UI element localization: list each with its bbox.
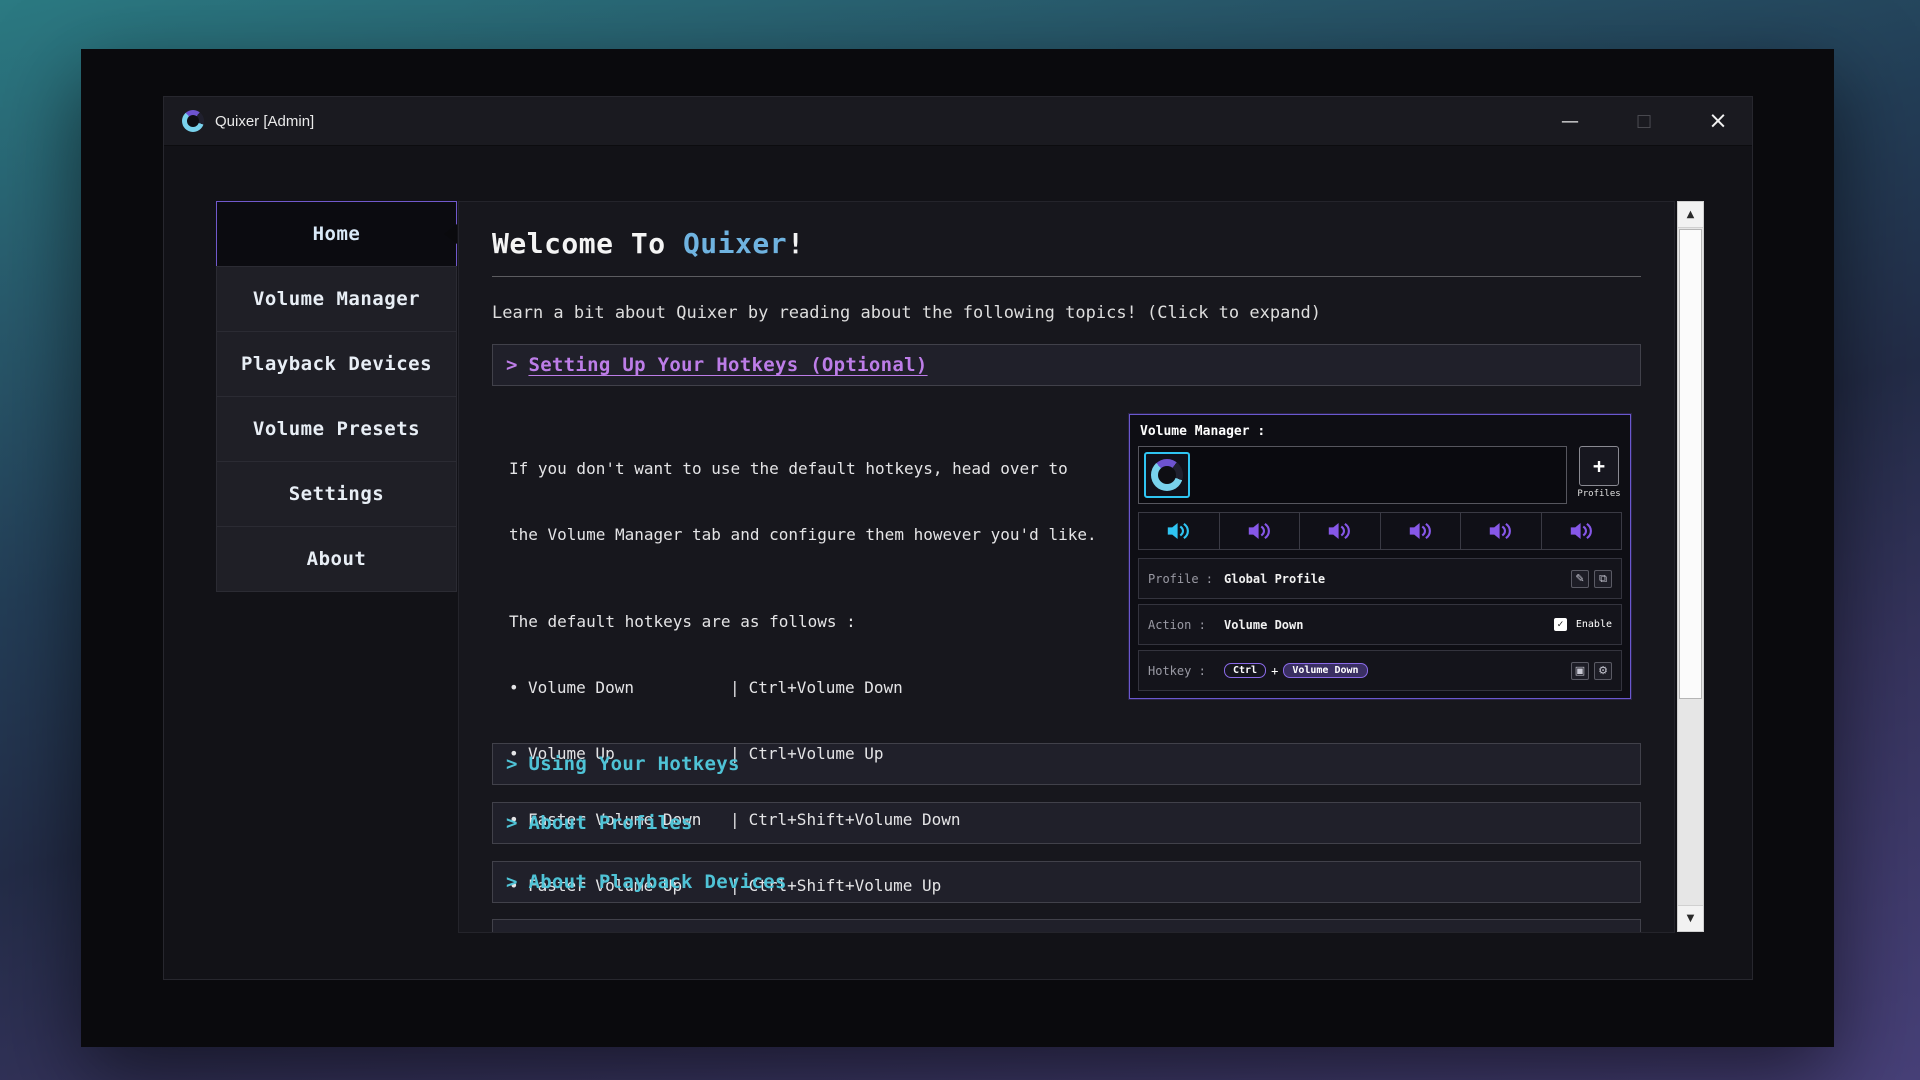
hotkey-combo: Ctrl+Volume Up — [749, 743, 884, 765]
hotkey-plus: + — [1271, 664, 1278, 678]
sidebar-item-settings[interactable]: Settings — [216, 461, 457, 527]
hotkey-name: Volume Down — [528, 677, 730, 699]
preview-action-row: Action : Volume Down ✓ Enable — [1138, 604, 1622, 645]
hotkey-key-chip: Volume Down — [1283, 663, 1367, 678]
page-subtitle: Learn a bit about Quixer by reading abou… — [492, 303, 1641, 323]
sidebar-item-label: About — [307, 548, 367, 570]
preview-hotkey-row: Hotkey : Ctrl + Volume Down ▣ ⚙ — [1138, 650, 1622, 691]
chevron-icon: > — [506, 354, 517, 376]
sidebar: Home Volume Manager Playback Devices Vol… — [216, 201, 457, 592]
desktop-background: Quixer [Admin] — □ × Home Volume Manager… — [0, 0, 1920, 1080]
sidebar-item-label: Volume Presets — [253, 418, 420, 440]
volume-manager-preview-image: Volume Manager : + Profiles — [1129, 414, 1631, 699]
enable-label: Enable — [1576, 619, 1612, 630]
minimize-button[interactable]: — — [1548, 111, 1592, 132]
chevron-icon: > — [506, 753, 517, 775]
scroll-up-button[interactable]: ▲ — [1678, 202, 1703, 228]
app-window: Quixer [Admin] — □ × Home Volume Manager… — [163, 96, 1753, 980]
enable-checkbox: ✓ — [1554, 618, 1567, 631]
scrollbar[interactable]: ▲ ▼ — [1677, 201, 1704, 932]
preview-profile-row: Profile : Global Profile ✎ ⧉ — [1138, 558, 1622, 599]
bullet-icon: • — [509, 677, 528, 699]
preview-selected-device — [1144, 452, 1190, 498]
paragraph-line: the Volume Manager tab and configure the… — [509, 524, 1129, 546]
sidebar-item-volume-presets[interactable]: Volume Presets — [216, 396, 457, 462]
section-title: About Playback Devices — [528, 871, 786, 893]
sidebar-item-playback-devices[interactable]: Playback Devices — [216, 331, 457, 397]
profiles-label: Profiles — [1577, 489, 1620, 499]
speaker-icon — [1381, 513, 1462, 549]
quixer-logo-icon — [1151, 459, 1183, 491]
export-profile-icon: ⧉ — [1594, 570, 1612, 588]
maximize-button[interactable]: □ — [1622, 111, 1666, 131]
speaker-icon — [1220, 513, 1301, 549]
page-title-prefix: Welcome To — [492, 227, 683, 260]
speaker-icon — [1542, 513, 1622, 549]
scroll-down-button[interactable]: ▼ — [1678, 905, 1703, 931]
hotkey-key-chip: Ctrl — [1224, 663, 1266, 678]
section-body-setting-up-hotkeys: If you don't want to use the default hot… — [492, 386, 1641, 726]
section-title: About Volume Presets — [528, 929, 763, 933]
hotkey-combo: Ctrl+Shift+Volume Down — [749, 809, 961, 831]
hotkey-combo: Ctrl+Volume Down — [749, 677, 903, 699]
preview-info-rows: Profile : Global Profile ✎ ⧉ Action : Vo… — [1138, 558, 1622, 691]
preview-speaker-row — [1138, 512, 1622, 550]
chevron-icon: > — [506, 929, 517, 933]
sidebar-item-label: Playback Devices — [241, 353, 432, 375]
sidebar-item-label: Settings — [289, 483, 385, 505]
titlebar[interactable]: Quixer [Admin] — □ × — [164, 97, 1752, 146]
page-title: Welcome To Quixer! — [492, 227, 1641, 260]
preview-device-row: + Profiles — [1138, 446, 1622, 504]
action-value: Volume Down — [1224, 618, 1303, 632]
speaker-icon — [1461, 513, 1542, 549]
window-controls: — □ × — [1548, 108, 1740, 134]
sidebar-item-label: Volume Manager — [253, 288, 420, 310]
section-title: About Profiles — [528, 812, 692, 834]
window-title: Quixer [Admin] — [215, 113, 314, 130]
section-header-setting-up-hotkeys[interactable]: > Setting Up Your Hotkeys (Optional) — [492, 344, 1641, 386]
page-title-brand: Quixer — [683, 227, 787, 260]
profile-value: Global Profile — [1224, 572, 1325, 586]
title-divider — [492, 276, 1641, 277]
main-content: Welcome To Quixer! Learn a bit about Qui… — [458, 201, 1675, 933]
keybind-icon: ▣ — [1571, 662, 1589, 680]
window-outer-frame: Quixer [Admin] — □ × Home Volume Manager… — [81, 49, 1834, 1047]
speaker-icon — [1300, 513, 1381, 549]
hotkey-settings-icon: ⚙ — [1594, 662, 1612, 680]
separator: | — [730, 677, 740, 699]
chevron-icon: > — [506, 812, 517, 834]
paragraph-line: If you don't want to use the default hot… — [509, 458, 1129, 480]
preview-profiles-group: + Profiles — [1576, 446, 1622, 504]
page-title-suffix: ! — [787, 227, 804, 260]
sidebar-item-volume-manager[interactable]: Volume Manager — [216, 266, 457, 332]
action-label: Action : — [1148, 618, 1224, 632]
close-button[interactable]: × — [1696, 108, 1740, 134]
speaker-icon-active — [1139, 513, 1220, 549]
chevron-icon: > — [506, 871, 517, 893]
sidebar-item-label: Home — [313, 223, 361, 245]
hotkey-list-header: The default hotkeys are as follows : — [509, 611, 1129, 633]
scrollbar-thumb[interactable] — [1679, 229, 1702, 699]
preview-device-list — [1138, 446, 1567, 504]
section-title: Setting Up Your Hotkeys (Optional) — [528, 354, 927, 376]
app-logo-icon — [182, 110, 204, 132]
add-profile-button: + — [1579, 446, 1619, 486]
section-title: Using Your Hotkeys — [528, 753, 739, 775]
hotkey-row: •Volume Down| Ctrl+Volume Down — [509, 677, 1129, 699]
profile-label: Profile : — [1148, 572, 1224, 586]
hotkeys-description: If you don't want to use the default hot… — [509, 414, 1129, 933]
sidebar-item-about[interactable]: About — [216, 526, 457, 592]
hotkey-label: Hotkey : — [1148, 664, 1224, 678]
separator: | — [730, 809, 740, 831]
edit-profile-icon: ✎ — [1571, 570, 1589, 588]
preview-header: Volume Manager : — [1138, 422, 1622, 446]
sidebar-item-home[interactable]: Home — [216, 201, 457, 267]
